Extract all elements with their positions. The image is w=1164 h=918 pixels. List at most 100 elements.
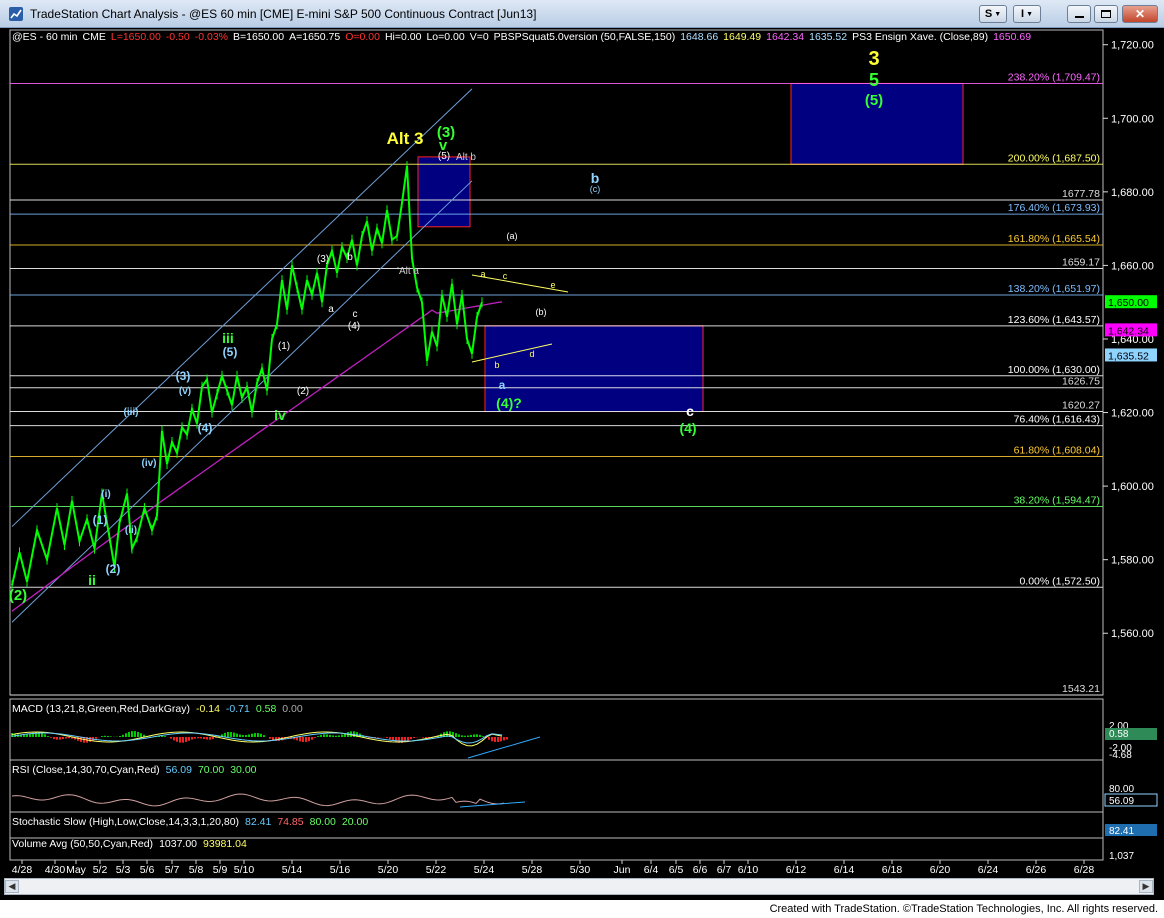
symbol-info-item: 1642.34 [766,31,804,43]
wave-label: (b) [536,307,547,317]
symbol-info-item: 1635.52 [809,31,847,43]
scroll-right-icon[interactable]: ▶ [1139,880,1153,893]
x-tick-label: 6/20 [930,864,951,876]
title-bar: TradeStation Chart Analysis - @ES 60 min… [0,0,1164,28]
horizontal-line-label: 1626.75 [1062,376,1100,388]
symbol-info-line: @ES - 60 min CME L=1650.00 -0.50 -0.03% B=165… [12,31,1031,43]
x-tick-label: 5/22 [426,864,447,876]
s-dropdown-button[interactable]: S ▼ [979,5,1007,23]
wave-label: iv [274,407,286,423]
symbol-info-item: -0.03% [195,31,228,43]
y-tick-label: 1,720.00 [1111,40,1154,52]
wave-label: (a) [507,231,518,241]
horizontal-line-label: 1543.21 [1062,683,1100,695]
x-tick-label: 5/6 [140,864,155,876]
fib-level-label: 238.20% (1,709.47) [1008,71,1100,83]
y-tick-label: 1,660.00 [1111,260,1154,272]
wave-label: c [503,271,508,281]
rsi-header: RSI (Close,14,30,70,Cyan,Red) 56.09 70.00 3… [12,764,257,776]
x-tick-label: 6/28 [1074,864,1095,876]
fib-level-label: 76.40% (1,616.43) [1014,414,1100,426]
x-tick-label: 5/7 [165,864,180,876]
wave-label: (5) [223,345,238,359]
scroll-left-icon[interactable]: ◀ [5,880,19,893]
rsi-flag-label: 56.09 [1109,796,1134,807]
indicator-value: 1037.00 [159,838,197,850]
y-tick-label: 1,680.00 [1111,187,1154,199]
symbol-info-item: @ES - 60 min [12,31,78,43]
target-box-alt-b [417,156,471,228]
fib-level-label: 0.00% (1,572.50) [1019,575,1100,587]
y-tick-label: 1,600.00 [1111,481,1154,493]
indicator-value: 0.00 [282,703,303,715]
price-flag-label: 1,642.34 [1108,325,1149,337]
x-tick-label: 4/30 [45,864,66,876]
symbol-info-item: 1649.49 [723,31,761,43]
symbol-info-item: O=0.00 [345,31,380,43]
x-tick-label: 6/7 [717,864,732,876]
x-tick-label: 5/30 [570,864,591,876]
wave-label: (c) [590,184,601,194]
wave-label: iii [222,330,234,346]
x-tick-label: 6/6 [693,864,708,876]
wave-label: a [328,304,334,315]
x-tick-label: 6/18 [882,864,903,876]
indicator-value: -0.14 [196,703,220,715]
wave-label: (5) [438,151,450,162]
wave-label: (i) [101,489,110,500]
symbol-info-item: PBSPSquat5.0version (50,FALSE,150) [494,31,676,43]
minimize-button[interactable] [1067,5,1091,23]
wave-label: (2) [297,386,309,397]
x-tick-label: 5/9 [213,864,228,876]
wave-label: b [494,360,499,370]
fib-level-label: 100.00% (1,630.00) [1008,364,1100,376]
symbol-info-item: 1648.66 [680,31,718,43]
indicator-label: RSI (Close,14,30,70,Cyan,Red) [12,764,160,776]
indicator-value: 56.09 [166,764,192,776]
x-tick-label: 6/4 [644,864,659,876]
symbol-info-item: A=1650.75 [289,31,340,43]
symbol-info-item: PS3 Ensign Xave. (Close,89) [852,31,988,43]
y-tick-label: 1,700.00 [1111,113,1154,125]
wave-label: (2) [9,587,27,604]
wave-label: (3) [317,254,329,265]
wave-label: (2) [106,562,121,576]
x-tick-label: 5/14 [282,864,303,876]
x-tick-label: May [66,864,87,876]
x-tick-label: 5/10 [234,864,255,876]
x-tick-label: 6/26 [1026,864,1047,876]
indicator-value: 30.00 [230,764,256,776]
wave-label: a [480,269,485,279]
x-tick-label: 6/12 [786,864,807,876]
i-dropdown-button[interactable]: I ▼ [1013,5,1041,23]
indicator-value: 20.00 [342,816,368,828]
x-tick-label: 6/14 [834,864,855,876]
chart-canvas[interactable]: 1,720.001,700.001,680.001,660.001,640.00… [0,28,1164,900]
wave-label: (4)? [496,395,522,411]
horizontal-scrollbar[interactable]: ◀ ▶ [4,878,1154,895]
wave-label: (3) [176,369,191,383]
stochastic-flag-label: 82.41 [1109,826,1134,837]
price-flag-label: 1,650.00 [1108,297,1149,309]
minimize-icon [1074,16,1084,18]
wave-label: e [550,280,555,290]
symbol-info-item: -0.50 [166,31,190,43]
tradestation-app-icon [9,7,23,21]
wave-label: 5 [869,70,879,90]
x-tick-label: 5/8 [189,864,204,876]
close-button[interactable]: ✕ [1122,5,1158,23]
wave-label: ii [88,572,96,588]
wave-label: (iv) [142,458,157,469]
wave-label: (5) [865,92,883,109]
x-tick-label: 5/3 [116,864,131,876]
wave-label: (4) [348,321,360,332]
x-tick-label: 5/24 [474,864,495,876]
y-tick-label: 1,580.00 [1111,555,1154,567]
i-button-label: I [1021,8,1025,20]
maximize-button[interactable] [1094,5,1118,23]
wave-label: 3 [868,48,879,70]
x-tick-label: 5/2 [93,864,108,876]
symbol-info-item: Hi=0.00 [385,31,422,43]
wave-label: Alt b [456,152,476,163]
chevron-down-icon: ▼ [1026,10,1033,18]
